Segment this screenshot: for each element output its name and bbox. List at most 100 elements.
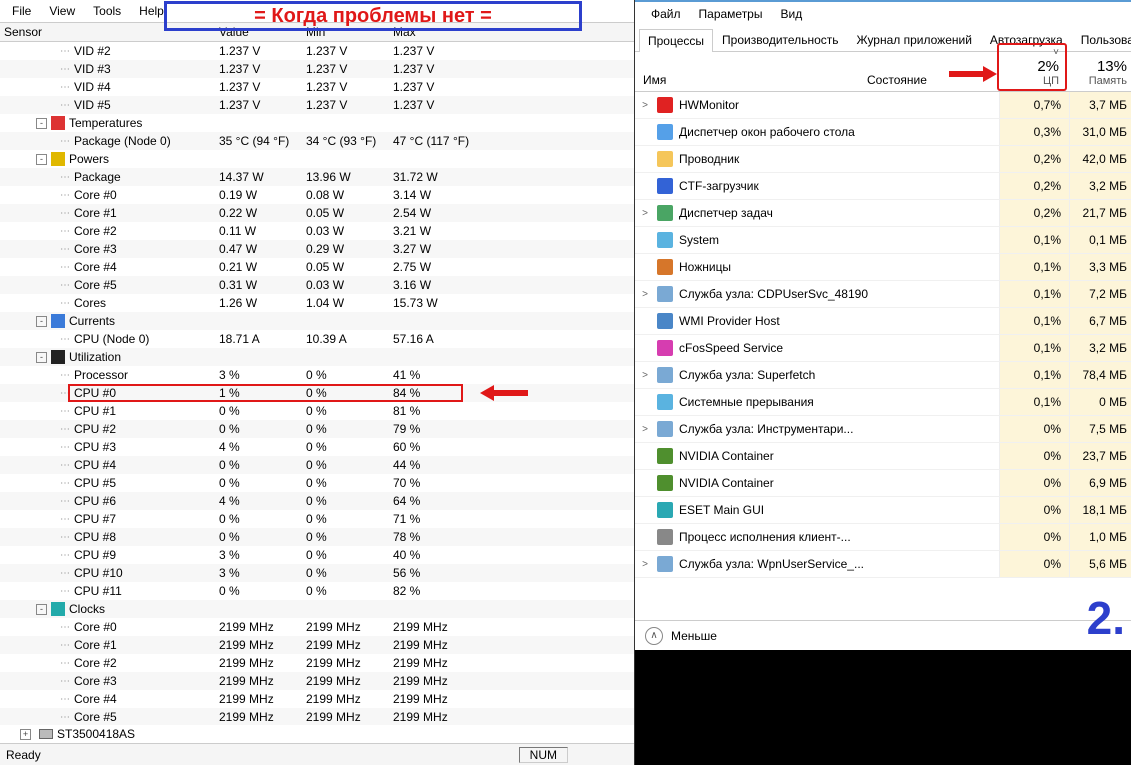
col-memory[interactable]: 13% Память	[1069, 58, 1131, 91]
expand-icon[interactable]: -	[36, 352, 47, 363]
sensor-row[interactable]: ⋯Processor3 %0 %41 %	[0, 366, 634, 384]
tab-processes[interactable]: Процессы	[639, 29, 713, 52]
process-row[interactable]: CTF-загрузчик0,2%3,2 МБ	[635, 173, 1131, 200]
sensor-row[interactable]: ⋯Core #50.31 W0.03 W3.16 W	[0, 276, 634, 294]
expand-icon[interactable]: -	[36, 118, 47, 129]
process-row[interactable]: >Диспетчер задач0,2%21,7 МБ	[635, 200, 1131, 227]
menu-file[interactable]: File	[4, 2, 39, 20]
sensor-row[interactable]: ⋯CPU #34 %0 %60 %	[0, 438, 634, 456]
col-state[interactable]: Состояние	[867, 73, 947, 91]
sensor-row[interactable]: ⋯Core #00.19 W0.08 W3.14 W	[0, 186, 634, 204]
expand-icon[interactable]: -	[36, 604, 47, 615]
chevron-right-icon[interactable]: >	[639, 370, 651, 381]
sensor-value: 0 %	[219, 476, 306, 490]
process-row[interactable]: Системные прерывания0,1%0 МБ	[635, 389, 1131, 416]
chevron-right-icon[interactable]: >	[639, 424, 651, 435]
sensor-row[interactable]: ⋯CPU #10 %0 %81 %	[0, 402, 634, 420]
menu-tools[interactable]: Tools	[85, 2, 129, 20]
tab-users[interactable]: Пользователи	[1072, 28, 1131, 51]
process-list[interactable]: >HWMonitor0,7%3,7 МБДиспетчер окон рабоч…	[635, 92, 1131, 620]
process-row[interactable]: Диспетчер окон рабочего стола0,3%31,0 МБ	[635, 119, 1131, 146]
sensor-label: Core #4	[74, 692, 117, 706]
drive-node[interactable]: + ST3500418AS	[0, 725, 634, 743]
sensor-value: 0 %	[306, 530, 393, 544]
sensor-row[interactable]: ⋯Core #12199 MHz2199 MHz2199 MHz	[0, 636, 634, 654]
sensor-row[interactable]: ⋯VID #31.237 V1.237 V1.237 V	[0, 60, 634, 78]
sensor-group[interactable]: -Currents	[0, 312, 634, 330]
process-name: NVIDIA Container	[679, 476, 774, 490]
sensor-group[interactable]: -Powers	[0, 150, 634, 168]
process-row[interactable]: cFosSpeed Service0,1%3,2 МБ	[635, 335, 1131, 362]
sensor-row[interactable]: ⋯VID #41.237 V1.237 V1.237 V	[0, 78, 634, 96]
process-row[interactable]: >HWMonitor0,7%3,7 МБ	[635, 92, 1131, 119]
chevron-right-icon[interactable]: >	[639, 100, 651, 111]
process-row[interactable]: >Служба узла: Superfetch0,1%78,4 МБ	[635, 362, 1131, 389]
sensor-row[interactable]: ⋯Package14.37 W13.96 W31.72 W	[0, 168, 634, 186]
sensor-value: 1.237 V	[393, 98, 480, 112]
menu-view[interactable]: View	[41, 2, 83, 20]
process-row[interactable]: System0,1%0,1 МБ	[635, 227, 1131, 254]
expand-icon[interactable]: +	[20, 729, 31, 740]
sensor-group[interactable]: -Temperatures	[0, 114, 634, 132]
process-row[interactable]: WMI Provider Host0,1%6,7 МБ	[635, 308, 1131, 335]
sensor-row[interactable]: ⋯CPU #93 %0 %40 %	[0, 546, 634, 564]
sensor-group[interactable]: -Clocks	[0, 600, 634, 618]
sensor-row[interactable]: ⋯CPU #110 %0 %82 %	[0, 582, 634, 600]
tab-performance[interactable]: Производительность	[713, 28, 847, 51]
sensor-row[interactable]: ⋯CPU #40 %0 %44 %	[0, 456, 634, 474]
process-row[interactable]: Процесс исполнения клиент-...0%1,0 МБ	[635, 524, 1131, 551]
sensor-row[interactable]: ⋯Core #40.21 W0.05 W2.75 W	[0, 258, 634, 276]
col-name[interactable]: Имя	[635, 73, 867, 91]
sensor-value: 56 %	[393, 566, 480, 580]
tm-menu-view[interactable]: Вид	[772, 5, 810, 23]
process-row[interactable]: Проводник0,2%42,0 МБ	[635, 146, 1131, 173]
process-memory: 6,7 МБ	[1069, 308, 1131, 334]
process-row[interactable]: NVIDIA Container0%23,7 МБ	[635, 443, 1131, 470]
expand-icon[interactable]: -	[36, 154, 47, 165]
sensor-row[interactable]: ⋯Core #02199 MHz2199 MHz2199 MHz	[0, 618, 634, 636]
process-row[interactable]: >Служба узла: CDPUserSvc_481900,1%7,2 МБ	[635, 281, 1131, 308]
process-row[interactable]: >Служба узла: WpnUserService_...0%5,6 МБ	[635, 551, 1131, 578]
sensor-value: 0 %	[306, 440, 393, 454]
chevron-right-icon[interactable]: >	[639, 559, 651, 570]
sensor-row[interactable]: ⋯Core #20.11 W0.03 W3.21 W	[0, 222, 634, 240]
sensor-row[interactable]: ⋯CPU #50 %0 %70 %	[0, 474, 634, 492]
sensor-value: 84 %	[393, 386, 480, 400]
fewer-details[interactable]: ∧ Меньше	[635, 620, 1131, 650]
app-icon	[657, 313, 673, 329]
sensor-row[interactable]: ⋯Package (Node 0)35 °C (94 °F)34 °C (93 …	[0, 132, 634, 150]
sensor-value: 0 %	[306, 386, 393, 400]
process-row[interactable]: NVIDIA Container0%6,9 МБ	[635, 470, 1131, 497]
sensor-row[interactable]: ⋯Core #30.47 W0.29 W3.27 W	[0, 240, 634, 258]
expand-icon[interactable]: -	[36, 316, 47, 327]
sensor-row[interactable]: ⋯Core #32199 MHz2199 MHz2199 MHz	[0, 672, 634, 690]
sensor-row[interactable]: ⋯CPU #70 %0 %71 %	[0, 510, 634, 528]
sensor-group[interactable]: -Utilization	[0, 348, 634, 366]
sensor-row[interactable]: ⋯CPU #103 %0 %56 %	[0, 564, 634, 582]
chevron-right-icon[interactable]: >	[639, 289, 651, 300]
sensor-row[interactable]: ⋯Core #42199 MHz2199 MHz2199 MHz	[0, 690, 634, 708]
sensor-row[interactable]: ⋯Cores1.26 W1.04 W15.73 W	[0, 294, 634, 312]
sensor-row[interactable]: ⋯Core #10.22 W0.05 W2.54 W	[0, 204, 634, 222]
sensor-row[interactable]: ⋯VID #21.237 V1.237 V1.237 V	[0, 42, 634, 60]
process-row[interactable]: Ножницы0,1%3,3 МБ	[635, 254, 1131, 281]
sensor-label: CPU #7	[74, 512, 116, 526]
sensor-row[interactable]: ⋯CPU #64 %0 %64 %	[0, 492, 634, 510]
tm-menu-options[interactable]: Параметры	[691, 5, 771, 23]
chevron-right-icon[interactable]: >	[639, 208, 651, 219]
sensor-row[interactable]: ⋯CPU (Node 0)18.71 A10.39 A57.16 A	[0, 330, 634, 348]
tm-menu-file[interactable]: Файл	[643, 5, 689, 23]
sensor-tree[interactable]: ⋯VID #21.237 V1.237 V1.237 V⋯VID #31.237…	[0, 42, 634, 725]
sensor-value: 0.05 W	[306, 206, 393, 220]
sensor-value: 71 %	[393, 512, 480, 526]
sensor-row[interactable]: ⋯Core #52199 MHz2199 MHz2199 MHz	[0, 708, 634, 725]
sensor-row[interactable]: ⋯VID #51.237 V1.237 V1.237 V	[0, 96, 634, 114]
col-cpu[interactable]: ˅ 2% ЦП	[997, 43, 1067, 91]
tab-app-history[interactable]: Журнал приложений	[848, 28, 981, 51]
process-row[interactable]: ESET Main GUI0%18,1 МБ	[635, 497, 1131, 524]
sensor-row[interactable]: ⋯Core #22199 MHz2199 MHz2199 MHz	[0, 654, 634, 672]
process-row[interactable]: >Служба узла: Инструментари...0%7,5 МБ	[635, 416, 1131, 443]
sensor-row[interactable]: ⋯CPU #01 %0 %84 %	[0, 384, 634, 402]
sensor-row[interactable]: ⋯CPU #80 %0 %78 %	[0, 528, 634, 546]
sensor-row[interactable]: ⋯CPU #20 %0 %79 %	[0, 420, 634, 438]
